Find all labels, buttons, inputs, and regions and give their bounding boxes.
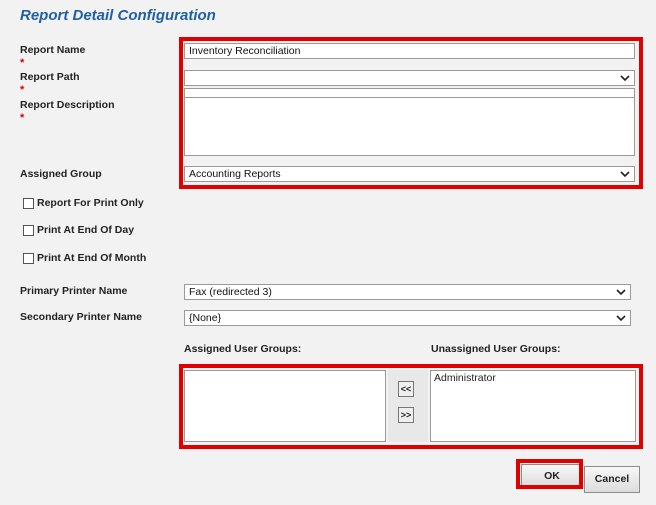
assigned-user-groups-label: Assigned User Groups: <box>184 343 302 355</box>
print-at-end-of-month-checkbox[interactable]: Print At End Of Month <box>23 252 146 264</box>
primary-printer-select[interactable]: Fax (redirected 3) <box>184 284 631 300</box>
checkbox-box[interactable] <box>23 252 34 264</box>
chevron-down-icon <box>616 315 626 322</box>
report-description-label: Report Description <box>20 99 115 111</box>
checkbox-label: Report For Print Only <box>37 197 144 209</box>
chevron-down-icon <box>620 171 630 178</box>
report-description-textarea[interactable] <box>184 97 635 156</box>
unassigned-user-groups-label: Unassigned User Groups: <box>431 343 561 355</box>
report-name-label: Report Name <box>20 44 86 56</box>
primary-printer-value: Fax (redirected 3) <box>189 286 272 298</box>
page-title: Report Detail Configuration <box>20 7 216 24</box>
cancel-button[interactable]: Cancel <box>584 466 640 493</box>
assigned-user-groups-list[interactable] <box>184 370 386 442</box>
move-to-unassigned-button[interactable]: >> <box>398 407 414 423</box>
report-path-label: Report Path <box>20 71 80 83</box>
chevron-down-icon <box>616 289 626 296</box>
secondary-printer-select[interactable]: {None} <box>184 310 631 326</box>
print-at-end-of-day-checkbox[interactable]: Print At End Of Day <box>23 224 134 236</box>
assigned-group-label: Assigned Group <box>20 168 102 180</box>
assigned-group-select[interactable]: Accounting Reports <box>184 166 635 182</box>
ok-button[interactable]: OK <box>521 464 583 488</box>
report-name-input[interactable]: Inventory Reconciliation <box>184 43 635 59</box>
list-item[interactable]: Administrator <box>434 372 632 384</box>
secondary-printer-value: {None} <box>189 312 222 324</box>
primary-printer-label: Primary Printer Name <box>20 285 128 297</box>
chevron-down-icon <box>620 75 630 82</box>
checkbox-label: Print At End Of Month <box>37 252 147 264</box>
move-to-assigned-button[interactable]: << <box>398 381 414 397</box>
assigned-group-value: Accounting Reports <box>189 168 281 180</box>
checkbox-box[interactable] <box>23 197 34 209</box>
report-for-print-only-checkbox[interactable]: Report For Print Only <box>23 197 144 209</box>
report-path-select[interactable] <box>184 70 635 86</box>
unassigned-user-groups-list[interactable]: Administrator <box>430 370 636 442</box>
required-marker: * <box>20 84 25 96</box>
required-marker: * <box>20 57 25 69</box>
secondary-printer-label: Secondary Printer Name <box>20 311 142 323</box>
checkbox-box[interactable] <box>23 224 34 236</box>
checkbox-label: Print At End Of Day <box>37 224 135 236</box>
required-marker: * <box>20 112 25 124</box>
